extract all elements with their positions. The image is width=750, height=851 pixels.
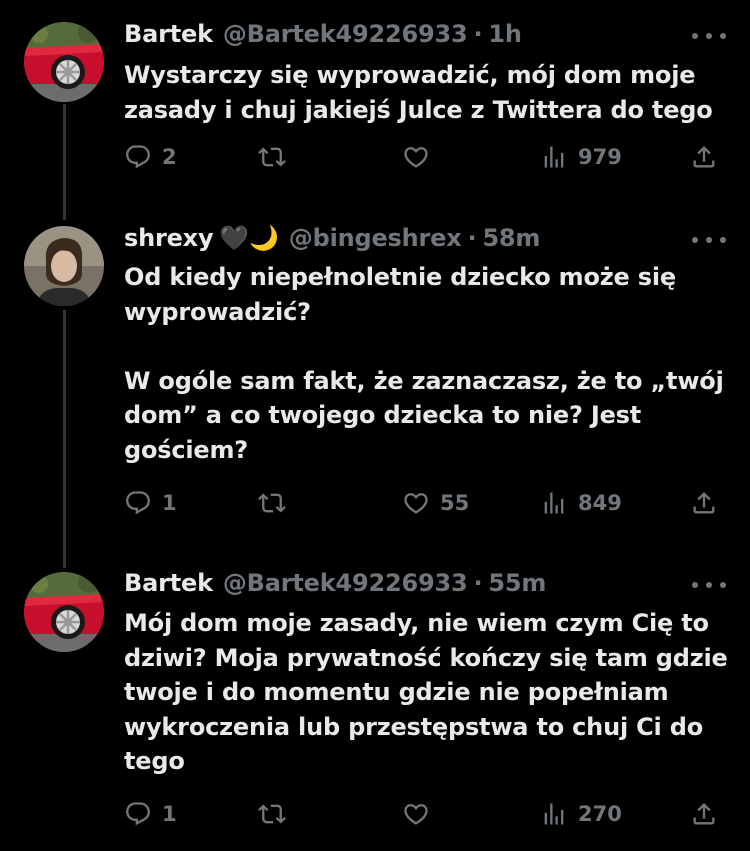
retweet-icon [258,143,286,171]
views-icon [540,489,568,517]
more-icon[interactable] [692,230,726,250]
reply-icon [124,489,152,517]
thread-line [63,104,66,220]
reply-count: 2 [162,145,177,169]
views-count: 979 [578,145,622,169]
timestamp[interactable]: 55m [488,569,546,597]
heart-icon [402,489,430,517]
avatar[interactable] [24,572,104,652]
share-icon [690,489,718,517]
more-icon[interactable] [692,575,726,595]
action-bar: 2 979 [124,137,724,177]
heart-icon [402,800,430,828]
reply-count: 1 [162,491,177,515]
tweet-text: Mój dom moje zasady, nie wiem czym Cię t… [124,609,728,775]
reply-button[interactable]: 2 [124,137,177,177]
views-count: 270 [578,802,622,826]
heart-icon [402,143,430,171]
tweet-header: Bartek @Bartek49226933 · 1h [124,16,522,52]
like-button[interactable] [402,794,430,834]
views-icon [540,143,568,171]
like-button[interactable] [402,137,430,177]
thread-line [63,310,66,568]
separator-dot: · [473,20,483,48]
reply-button[interactable]: 1 [124,483,177,523]
reply-icon [124,143,152,171]
like-count: 55 [440,491,470,515]
share-button[interactable] [690,137,718,177]
avatar[interactable] [24,226,104,306]
retweet-icon [258,489,286,517]
share-button[interactable] [690,483,718,523]
user-handle[interactable]: @Bartek49226933 [223,20,468,48]
views-count: 849 [578,491,622,515]
name-emoji: 🖤🌙 [219,224,279,252]
display-name[interactable]: Bartek [124,20,213,48]
share-icon [690,143,718,171]
retweet-icon [258,800,286,828]
action-bar: 1 270 [124,794,724,834]
separator-dot: · [467,224,477,252]
avatar[interactable] [24,22,104,102]
tweet-text: Od kiedy niepełnoletnie dziecko może się… [124,263,724,464]
views-button[interactable]: 849 [540,483,622,523]
tweet-header: Bartek @Bartek49226933 · 55m [124,565,546,601]
reply-icon [124,800,152,828]
separator-dot: · [473,569,483,597]
user-handle[interactable]: @bingeshrex [289,224,462,252]
like-button[interactable]: 55 [402,483,469,523]
share-icon [690,800,718,828]
display-name[interactable]: Bartek [124,569,213,597]
more-icon[interactable] [692,26,726,46]
tweet-header: shrexy 🖤🌙 @bingeshrex · 58m [124,220,540,256]
retweet-button[interactable] [258,137,286,177]
user-handle[interactable]: @Bartek49226933 [223,569,468,597]
action-bar: 1 55 849 [124,483,724,523]
retweet-button[interactable] [258,483,286,523]
views-button[interactable]: 979 [540,137,622,177]
views-button[interactable]: 270 [540,794,622,834]
retweet-button[interactable] [258,794,286,834]
views-icon [540,800,568,828]
reply-button[interactable]: 1 [124,794,177,834]
share-button[interactable] [690,794,718,834]
timestamp[interactable]: 1h [488,20,522,48]
reply-count: 1 [162,802,177,826]
timestamp[interactable]: 58m [482,224,540,252]
display-name[interactable]: shrexy [124,224,214,252]
tweet-text: Wystarczy się wyprowadzić, mój dom moje … [124,61,713,124]
